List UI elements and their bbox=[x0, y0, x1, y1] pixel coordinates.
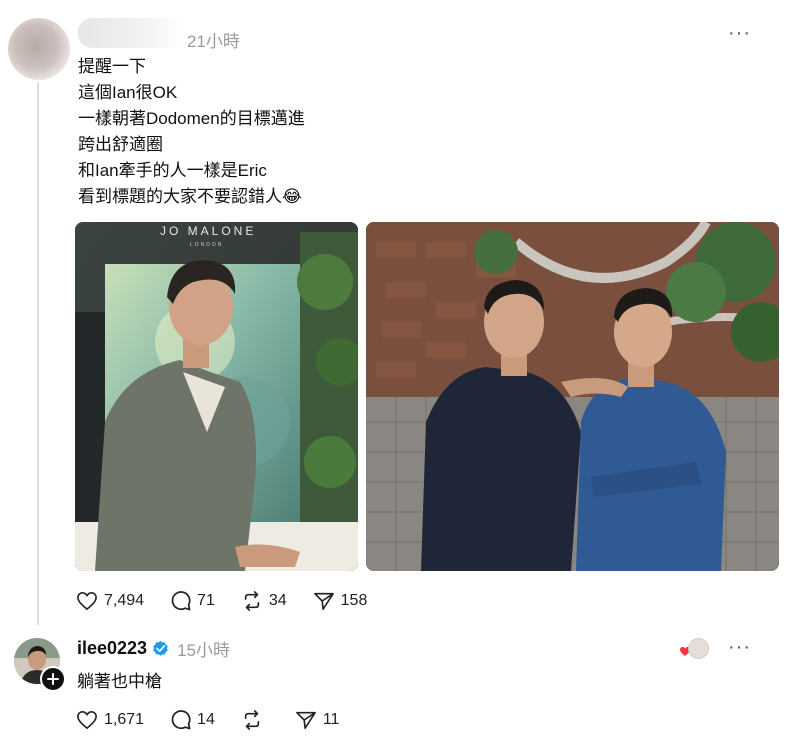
like-count: 7,494 bbox=[104, 591, 145, 609]
more-options-button[interactable]: ··· bbox=[728, 22, 751, 45]
comment-icon bbox=[171, 591, 191, 611]
heart-icon bbox=[77, 591, 97, 610]
post-line: 和Ian牽手的人一樣是Eric bbox=[78, 161, 267, 180]
repost-count: 34 bbox=[268, 591, 287, 609]
duo-photo bbox=[366, 222, 779, 571]
post-line: 提醒一下 bbox=[78, 57, 146, 76]
reply-like-button[interactable]: 1,671 bbox=[76, 710, 144, 730]
share-icon bbox=[295, 711, 316, 729]
follow-button[interactable] bbox=[40, 666, 66, 692]
post-line: 跨出舒適圈 bbox=[78, 135, 163, 154]
blurred-username[interactable] bbox=[78, 18, 184, 48]
post-photo-1[interactable]: JO MALONE LONDON bbox=[75, 222, 358, 571]
follow-plus-icon bbox=[47, 673, 59, 685]
reply-repost-button[interactable] bbox=[241, 709, 269, 730]
reply-timestamp: 15小時 bbox=[177, 641, 230, 660]
repost-icon bbox=[244, 709, 260, 730]
post-actions: 7,494 71 34 158 bbox=[76, 590, 393, 611]
more-icon: ··· bbox=[728, 636, 751, 658]
repost-button[interactable]: 34 bbox=[241, 590, 287, 611]
liked-by-author-indicator bbox=[679, 637, 709, 659]
reply-header: ilee0223 15小時 bbox=[77, 636, 230, 661]
more-icon: ··· bbox=[728, 22, 751, 44]
comment-button[interactable]: 71 bbox=[170, 590, 215, 611]
reply-text: 躺著也中槍 bbox=[77, 672, 162, 691]
share-icon bbox=[313, 592, 334, 610]
repost-icon bbox=[244, 590, 260, 611]
verified-icon bbox=[153, 640, 168, 656]
thread-line bbox=[37, 82, 39, 625]
post-timestamp: 21小時 bbox=[187, 32, 240, 51]
store-sign: JO MALONE bbox=[160, 224, 257, 238]
reply-comment-button[interactable]: 14 bbox=[170, 709, 215, 730]
post-line: 這個Ian很OK bbox=[78, 83, 178, 102]
blurred-avatar[interactable] bbox=[8, 18, 70, 80]
store-sign-sub: LONDON bbox=[190, 242, 224, 248]
post-body: 提醒一下 這個Ian很OK 一樣朝著Dodomen的目標邁進 跨出舒適圈 和Ia… bbox=[78, 54, 305, 210]
reply-share-button[interactable]: 11 bbox=[295, 710, 340, 730]
post-line: 看到標題的大家不要認錯人😂 bbox=[78, 187, 302, 206]
post-line: 一樣朝著Dodomen的目標邁進 bbox=[78, 109, 305, 128]
reply-comment-count: 14 bbox=[197, 710, 215, 728]
share-count: 158 bbox=[340, 591, 368, 609]
portrait-photo bbox=[75, 222, 358, 571]
reply-like-count: 1,671 bbox=[104, 710, 145, 728]
reply-more-options-button[interactable]: ··· bbox=[728, 636, 751, 659]
comment-count: 71 bbox=[197, 591, 215, 609]
reply-share-count: 11 bbox=[322, 710, 340, 728]
author-mini-avatar bbox=[688, 638, 709, 659]
reply-username[interactable]: ilee0223 bbox=[77, 638, 147, 659]
heart-icon bbox=[77, 710, 97, 729]
share-button[interactable]: 158 bbox=[313, 591, 368, 611]
like-button[interactable]: 7,494 bbox=[76, 591, 144, 611]
post-photo-2[interactable] bbox=[366, 222, 779, 571]
comment-icon bbox=[171, 710, 191, 730]
reply-actions: 1,671 14 11 bbox=[76, 709, 365, 730]
